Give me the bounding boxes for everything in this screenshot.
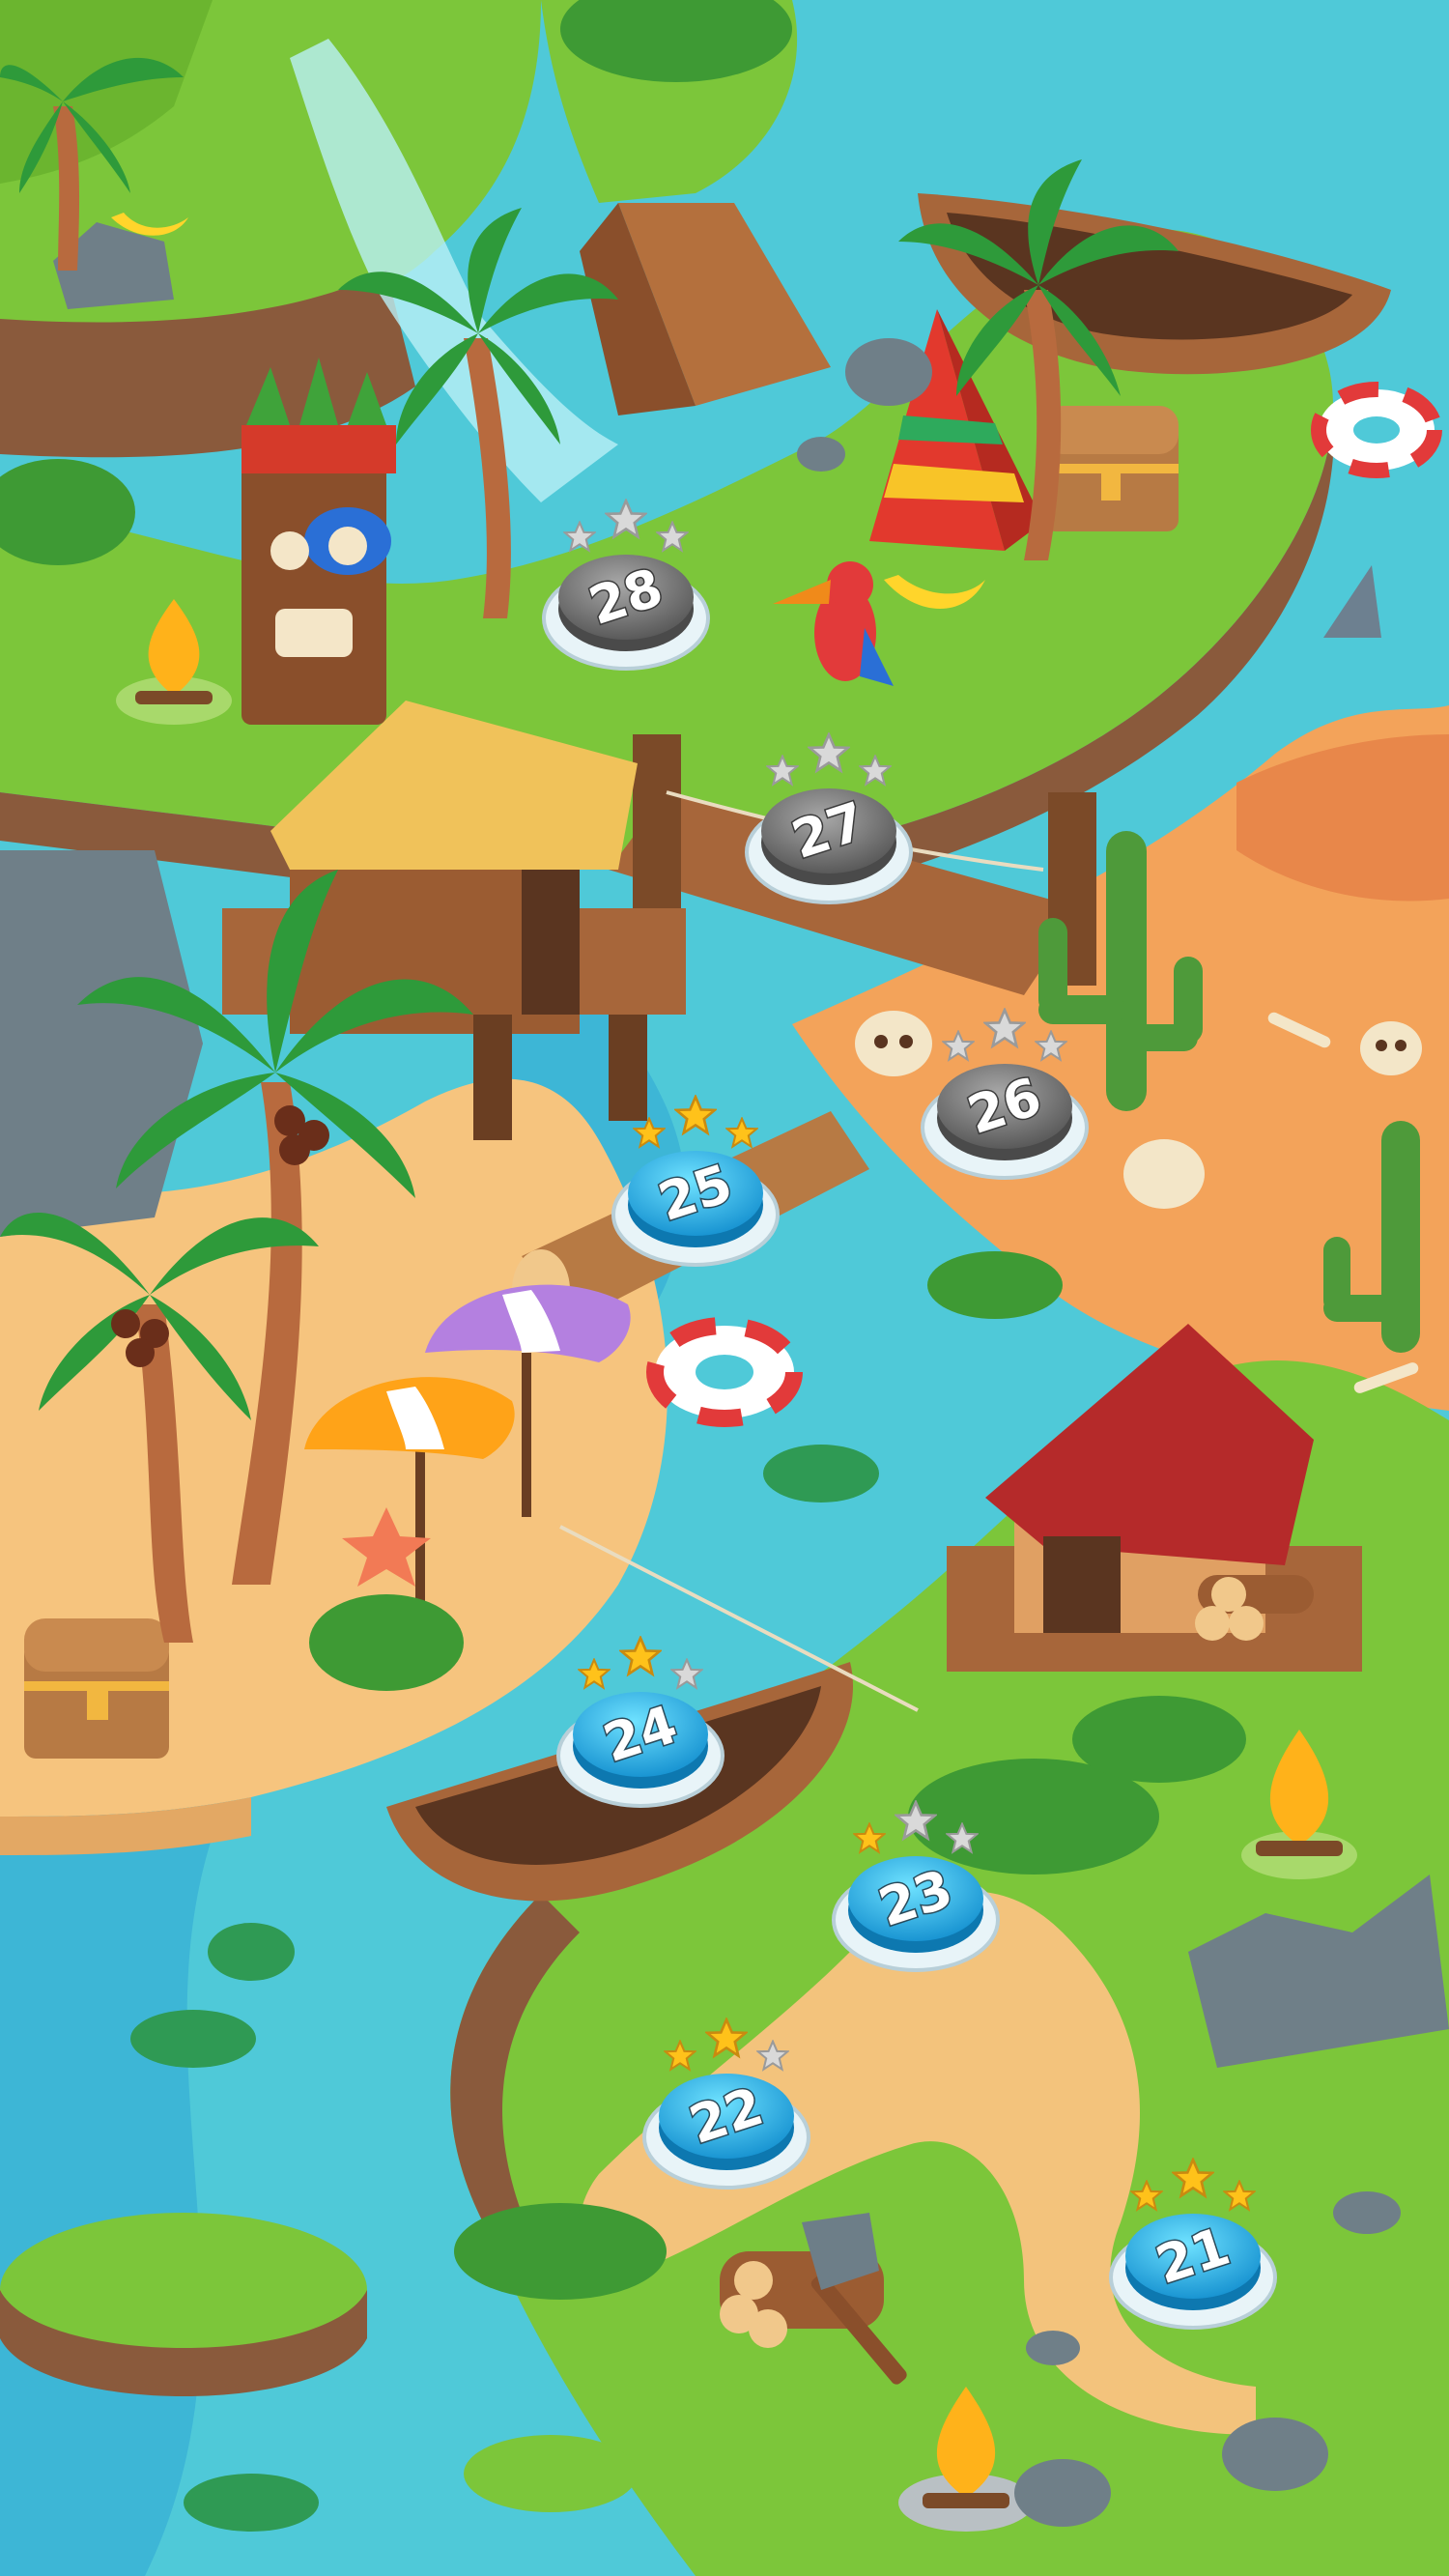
treasure-chest-icon (1043, 406, 1179, 531)
tiki-totem-icon (242, 358, 396, 725)
level-map: 21 22 23 24 25 26 27 28 (0, 0, 1449, 2576)
life-ring-icon (646, 1317, 803, 1427)
map-canvas: 2122232425262728 (0, 0, 1449, 2576)
life-ring-icon (1311, 382, 1442, 478)
treasure-chest-icon (24, 1618, 169, 1759)
